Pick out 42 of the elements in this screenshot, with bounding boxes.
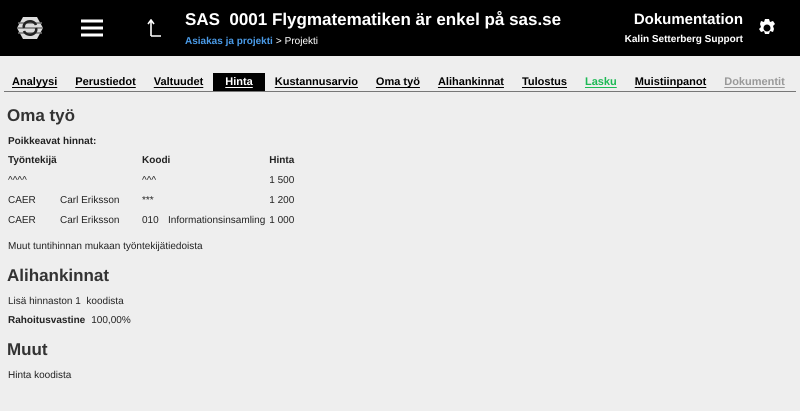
tab[interactable]: Perustiedot (67, 73, 144, 91)
table-cell-text: *** (142, 195, 155, 208)
column-header: Työntekijä (8, 155, 58, 168)
menu-icon[interactable] (81, 19, 103, 37)
breadcrumb-separator: > (276, 36, 282, 46)
tab[interactable]: Analyysi (4, 73, 66, 91)
note-text: Lisä hinnaston 1 koodista (8, 296, 125, 307)
field-value: 100,00% (91, 315, 131, 326)
table-cell-text: ^^^ (142, 175, 158, 188)
tab[interactable]: Muistiinpanot (626, 73, 714, 91)
note-text: Muut tuntihinnan mukaan työntekijätiedoista (8, 241, 204, 252)
tab[interactable]: Valtuudet (146, 73, 212, 91)
table-cell-text: ^^^^ (8, 175, 28, 188)
user-name: Kalin Setterberg Support (624, 34, 743, 45)
table-cell: Carl Eriksson (60, 195, 142, 215)
tab[interactable]: Hinta (213, 73, 265, 91)
project-title: SAS 0001 Flygmatematiken är enkel på sas.se (185, 10, 562, 30)
field-label: Rahoitusvastine (8, 315, 86, 326)
table-cell-text: 1 200 (269, 195, 296, 208)
table-cell-text: Informationsinsamling (168, 215, 266, 228)
column-header: Koodi (142, 155, 270, 175)
table-cell-text: 1 500 (269, 175, 296, 188)
table-cell-text: CAER (8, 195, 37, 208)
tab[interactable]: Tulostus (514, 73, 575, 91)
table-cell-text: 1 000 (269, 215, 296, 228)
up-arrow-icon[interactable] (147, 19, 161, 37)
breadcrumb-link[interactable]: Asiakas ja projekti (185, 36, 273, 46)
table-cell: Carl Eriksson (60, 215, 142, 235)
table-cell-text: CAER (8, 215, 37, 228)
tab[interactable]: Oma työ (368, 73, 428, 91)
module-title: Dokumentation (634, 11, 743, 28)
subheading: Poikkeavat hinnat: (8, 136, 98, 147)
table-cell-text: 010 (142, 215, 160, 228)
column-header: Hinta (269, 155, 296, 168)
breadcrumb-current: Projekti (284, 36, 318, 46)
logo-icon[interactable] (16, 16, 44, 40)
section-heading: Alihankinnat (7, 266, 110, 286)
section-heading: Muut (7, 340, 49, 360)
tab[interactable]: Alihankinnat (430, 73, 512, 91)
tab[interactable]: Kustannusarvio (266, 73, 366, 91)
note-text: Hinta koodista (8, 370, 72, 381)
section-heading: Oma työ (7, 106, 76, 126)
